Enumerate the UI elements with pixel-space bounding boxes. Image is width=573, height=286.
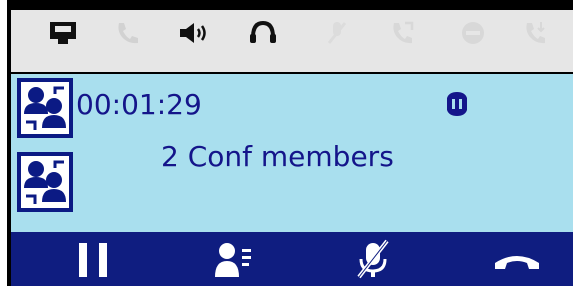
transfer-icon <box>517 18 557 48</box>
conference-members-text: 2 Conf members <box>161 140 394 173</box>
participants-button[interactable] <box>195 232 275 286</box>
conference-avatar-2 <box>17 152 73 212</box>
call-duration: 00:01:29 <box>76 88 202 121</box>
softkey-bar <box>11 232 573 286</box>
speaker-icon <box>175 18 215 48</box>
conference-avatar-1 <box>17 78 73 138</box>
hangup-icon <box>495 256 539 269</box>
handset-icon <box>107 18 147 48</box>
mute-mic-button[interactable] <box>333 232 413 286</box>
hangup-button[interactable] <box>477 232 557 286</box>
mute-mic-icon <box>357 239 389 279</box>
phone-screen: 00:01:29 2 Conf members <box>7 0 573 286</box>
hold-icon <box>79 243 107 277</box>
call-area: 00:01:29 2 Conf members <box>11 74 573 232</box>
do-not-disturb-icon <box>453 18 493 48</box>
call-forward-icon <box>383 18 423 48</box>
hold-button[interactable] <box>53 232 133 286</box>
hd-audio-icon <box>443 90 471 118</box>
network-icon <box>43 18 83 48</box>
headset-icon <box>243 18 283 48</box>
mute-icon <box>317 18 357 48</box>
participants-icon <box>215 243 251 277</box>
